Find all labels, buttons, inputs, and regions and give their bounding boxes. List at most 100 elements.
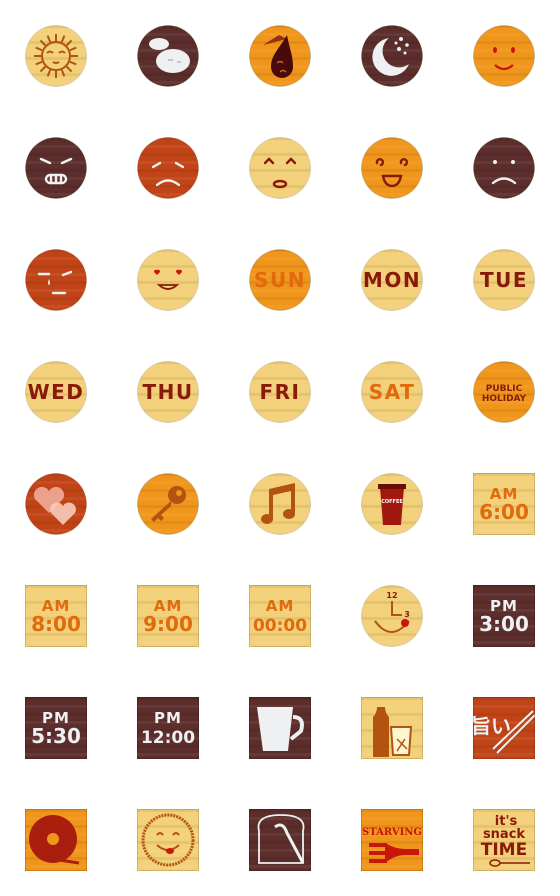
sticker-label-text: 3 xyxy=(404,610,410,619)
label-sticker-art: AM00:00 xyxy=(249,585,311,647)
sticker-clock-face[interactable]: 12 3 xyxy=(361,585,423,647)
sticker-love-face[interactable] xyxy=(137,249,199,311)
music-note-icon xyxy=(249,473,311,535)
label-sticker-art: SAT xyxy=(361,361,423,423)
sticker-grin-face[interactable] xyxy=(361,137,423,199)
sticker-am-8-00[interactable]: AM 8:00 xyxy=(25,585,87,647)
sun-face-icon xyxy=(25,25,87,87)
grin-face-icon xyxy=(361,137,423,199)
clock-face-icon: 12 3 xyxy=(361,585,423,647)
sticker-key[interactable] xyxy=(137,473,199,535)
sticker-sun-face[interactable] xyxy=(25,25,87,87)
sticker-spoon[interactable]: it's snack TIME xyxy=(473,809,535,871)
sticker-label-text: WED xyxy=(28,380,85,404)
sticker-pm-5-30[interactable]: PM 5:30 xyxy=(25,697,87,759)
sticker-worried-face[interactable] xyxy=(137,137,199,199)
key-icon xyxy=(137,473,199,535)
sticker-label-text: SAT xyxy=(369,380,415,404)
hearts-icon xyxy=(25,473,87,535)
sticker-mug[interactable] xyxy=(249,697,311,759)
sticker-label-text: COFFEE xyxy=(381,499,403,505)
sticker-sat[interactable]: SAT xyxy=(361,361,423,423)
sticker-mon[interactable]: MON xyxy=(361,249,423,311)
label-sticker-art: AM6:00 xyxy=(473,473,535,535)
angry-face-icon xyxy=(25,137,87,199)
sticker-cloud-face[interactable] xyxy=(137,25,199,87)
sticker-public-holiday[interactable]: PUBLIC HOLIDAY xyxy=(473,361,535,423)
sticker-fork[interactable]: STARVING xyxy=(361,809,423,871)
cloud-face-icon xyxy=(137,25,199,87)
sticker-label-text: 12 xyxy=(386,591,397,600)
sticker-smile-face[interactable] xyxy=(473,25,535,87)
sticker-angry-face[interactable] xyxy=(25,137,87,199)
label-sticker-art: PUBLICHOLIDAY xyxy=(473,361,535,423)
sticker-label-text: 12:00 xyxy=(141,728,195,748)
moon-hearts-icon xyxy=(361,25,423,87)
label-sticker-art: MON xyxy=(361,249,423,311)
smile-face-icon xyxy=(473,25,535,87)
label-sticker-art: PM3:00 xyxy=(473,585,535,647)
sticker-hearts[interactable] xyxy=(25,473,87,535)
sticker-label-text: THU xyxy=(142,380,193,404)
sticker-surprised-face[interactable] xyxy=(249,137,311,199)
sticker-label-text: TIME xyxy=(481,840,527,860)
coffee-cup-icon: COFFEE xyxy=(361,473,423,535)
sticker-label-text: SUN xyxy=(254,268,306,292)
spoon-icon: it'ssnackTIME xyxy=(473,809,535,871)
donut-icon xyxy=(25,809,87,871)
worried-face-icon xyxy=(137,137,199,199)
fork-icon: STARVING xyxy=(361,809,423,871)
sticker-sun[interactable]: SUN xyxy=(249,249,311,311)
sticker-label-text: STARVING xyxy=(362,827,422,838)
label-sticker-art: WED xyxy=(25,361,87,423)
sticker-pm-3-00[interactable]: PM 3:00 xyxy=(473,585,535,647)
toast-icon xyxy=(249,809,311,871)
sticker-sad-face[interactable] xyxy=(473,137,535,199)
sticker-bottle-glass[interactable] xyxy=(361,697,423,759)
label-sticker-art: FRI xyxy=(249,361,311,423)
sad-face-icon xyxy=(473,137,535,199)
sticker-label-text: 3:00 xyxy=(479,612,529,636)
sticker-fri[interactable]: FRI xyxy=(249,361,311,423)
sticker-label-text: 旨い xyxy=(473,714,511,738)
sticker-music-note[interactable] xyxy=(249,473,311,535)
sticker-moon-hearts[interactable] xyxy=(361,25,423,87)
sticker-donut[interactable] xyxy=(25,809,87,871)
sticker-tongue-smile[interactable] xyxy=(137,809,199,871)
sticker-label-text: TUE xyxy=(480,268,528,292)
label-sticker-art: PM5:30 xyxy=(25,697,87,759)
sticker-label-text: 9:00 xyxy=(143,612,193,636)
sticker-toast[interactable] xyxy=(249,809,311,871)
label-sticker-art: THU xyxy=(137,361,199,423)
surprised-face-icon xyxy=(249,137,311,199)
label-sticker-art: TUE xyxy=(473,249,535,311)
sticker-label-text: 00:00 xyxy=(253,616,307,636)
sticker-thu[interactable]: THU xyxy=(137,361,199,423)
chopsticks-icon: 旨い xyxy=(473,697,535,759)
sticker-label-text: AM xyxy=(266,597,295,615)
sticker-wed[interactable]: WED xyxy=(25,361,87,423)
sticker-am-6-00[interactable]: AM 6:00 xyxy=(473,473,535,535)
sticker-umbrella-drop[interactable] xyxy=(249,25,311,87)
crying-face-icon xyxy=(25,249,87,311)
mug-icon xyxy=(249,697,311,759)
label-sticker-art: PM12:00 xyxy=(137,697,199,759)
label-sticker-art: AM9:00 xyxy=(137,585,199,647)
umbrella-drop-icon xyxy=(249,25,311,87)
sticker-label-text: 8:00 xyxy=(31,612,81,636)
sticker-am-00-00[interactable]: AM 00:00 xyxy=(249,585,311,647)
tongue-smile-icon xyxy=(137,809,199,871)
sticker-tue[interactable]: TUE xyxy=(473,249,535,311)
sticker-pm-12-00[interactable]: PM 12:00 xyxy=(137,697,199,759)
sticker-label-text: HOLIDAY xyxy=(482,394,527,404)
sticker-crying-face[interactable] xyxy=(25,249,87,311)
sticker-coffee-cup[interactable]: COFFEE xyxy=(361,473,423,535)
bottle-glass-icon xyxy=(361,697,423,759)
label-sticker-art: SUN xyxy=(249,249,311,311)
sticker-label-text: PM xyxy=(154,709,182,727)
sticker-am-9-00[interactable]: AM 9:00 xyxy=(137,585,199,647)
sticker-label-text: FRI xyxy=(259,380,300,404)
sticker-label-text: 5:30 xyxy=(31,724,81,748)
sticker-chopsticks[interactable]: 旨い xyxy=(473,697,535,759)
love-face-icon xyxy=(137,249,199,311)
